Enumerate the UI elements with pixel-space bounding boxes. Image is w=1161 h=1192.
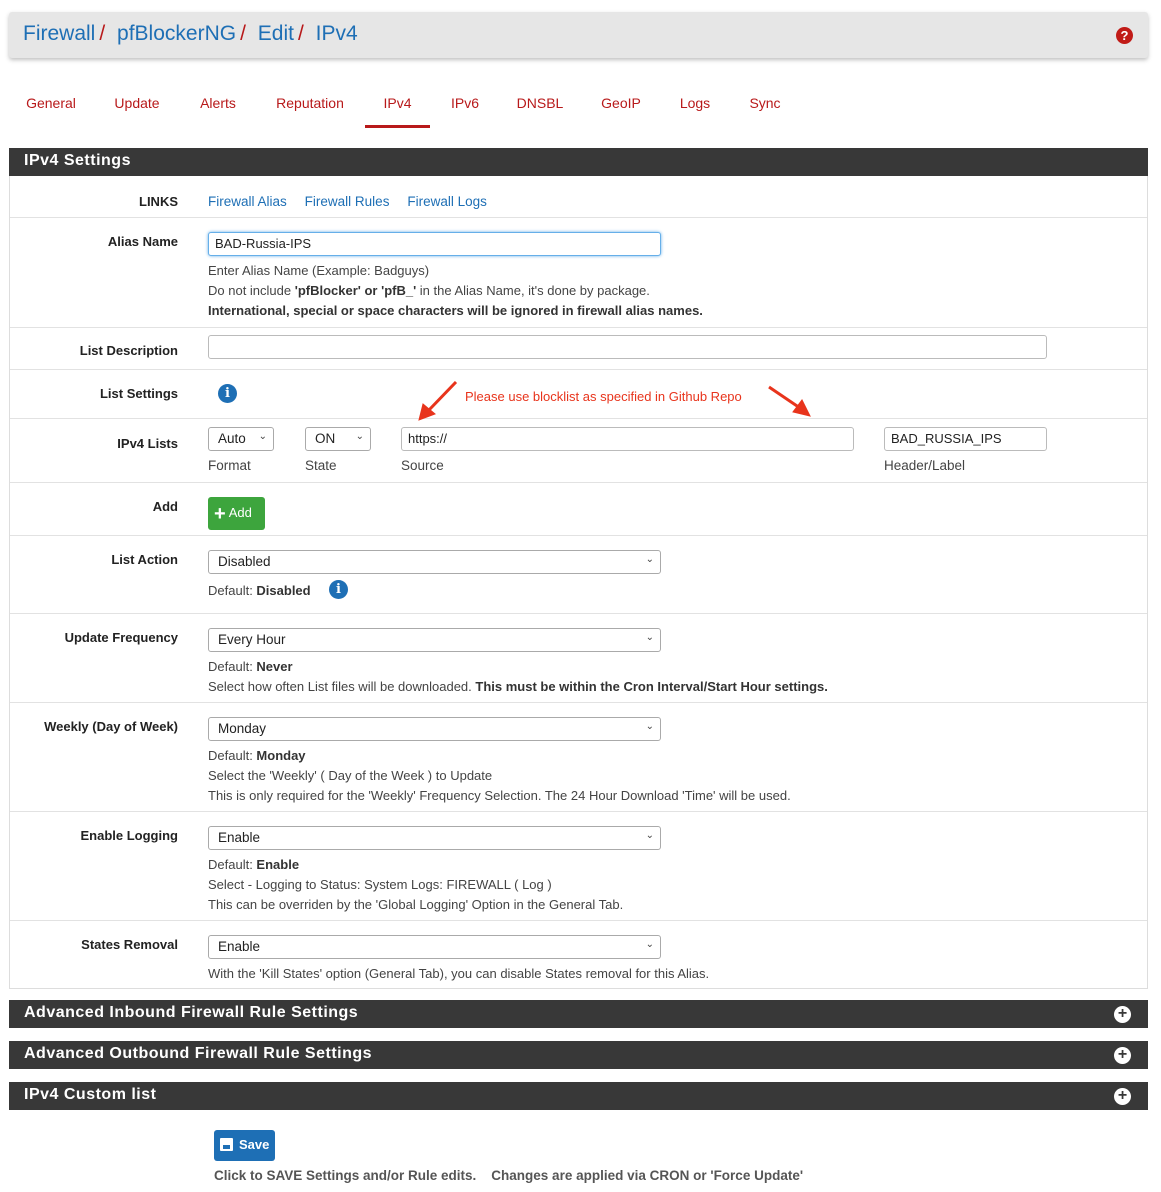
plus-circle-icon[interactable]: + [1114,1006,1131,1023]
alias-name-input[interactable]: BAD-Russia-IPS [208,232,661,256]
tab-reputation[interactable]: Reputation [266,86,354,128]
format-sublabel: Format [208,458,251,473]
chevron-down-icon: ⌄ [645,632,654,643]
breadcrumb: Firewall / pfBlockerNG / Edit / IPv4 [23,22,358,45]
chevron-down-icon: ⌄ [645,554,654,565]
update-frequency-default: Default: Never [208,659,293,674]
breadcrumb-bar: Firewall / pfBlockerNG / Edit / IPv4 ? [9,12,1148,58]
question-circle-icon[interactable]: ? [1116,27,1133,44]
list-description-label: List Description [79,343,178,358]
alias-name-help-2: Do not include 'pfBlocker' or 'pfB_' in … [208,283,650,298]
tab-alerts[interactable]: Alerts [189,86,247,128]
list-action-label: List Action [111,552,178,567]
tab-logs[interactable]: Logs [669,86,721,128]
alias-name-help-3: International, special or space characte… [208,303,703,318]
add-button[interactable]: + Add [208,497,265,530]
tab-ipv6[interactable]: IPv6 [441,86,489,128]
weekly-select[interactable]: Monday ⌄ [208,717,661,741]
alias-name-label: Alias Name [107,234,178,249]
source-sublabel: Source [401,458,444,473]
tab-dnsbl[interactable]: DNSBL [507,86,573,128]
states-removal-row: States Removal Enable ⌄ With the 'Kill St… [10,920,1147,988]
states-removal-select[interactable]: Enable ⌄ [208,935,661,959]
tab-general[interactable]: General [17,86,85,128]
list-action-row: List Action Disabled ⌄ Default: Disabled … [10,535,1147,613]
left-arrow-icon [427,380,458,412]
logging-label: Enable Logging [80,828,179,843]
firewall-logs-link[interactable]: Firewall Logs [407,194,487,209]
tab-update[interactable]: Update [104,86,170,128]
list-description-input[interactable] [208,335,1047,359]
update-frequency-select[interactable]: Every Hour ⌄ [208,628,661,652]
chevron-down-icon: ⌄ [645,939,654,950]
plus-icon: + [214,503,226,525]
logging-default: Default: Enable [208,857,300,872]
tab-ipv4[interactable]: IPv4 [365,86,430,128]
ipv4-settings-heading: IPv4 Settings [9,148,1148,176]
logging-select[interactable]: Enable ⌄ [208,826,661,850]
logging-row: Enable Logging Enable ⌄ Default: Enable S… [10,811,1147,920]
add-row: Add + Add [10,482,1147,535]
firewall-alias-link[interactable]: Firewall Alias [208,194,287,209]
breadcrumb-edit[interactable]: Edit [258,22,294,45]
ipv4-custom-list-heading[interactable]: IPv4 Custom list + [9,1082,1148,1110]
states-removal-label: States Removal [81,937,178,952]
state-sublabel: State [305,458,337,473]
breadcrumb-firewall[interactable]: Firewall [23,22,95,45]
list-description-row: List Description [10,327,1147,369]
add-label: Add [152,499,178,514]
advanced-inbound-heading[interactable]: Advanced Inbound Firewall Rule Settings … [9,1000,1148,1028]
tab-bar: General Update Alerts Reputation IPv4 IP… [9,86,1149,128]
breadcrumb-ipv4[interactable]: IPv4 [316,22,358,45]
list-action-select[interactable]: Disabled ⌄ [208,550,661,574]
update-frequency-label: Update Frequency [64,630,178,645]
plus-circle-icon[interactable]: + [1114,1047,1131,1064]
logging-help-1: Select - Logging to Status: System Logs:… [208,877,552,892]
weekly-help-2: This is only required for the 'Weekly' F… [208,788,791,803]
floppy-disk-icon [220,1138,233,1151]
states-removal-help: With the 'Kill States' option (General T… [208,966,710,981]
weekly-help-1: Select the 'Weekly' ( Day of the Week ) … [208,768,493,783]
chevron-down-icon: ⌄ [645,830,654,841]
tab-geoip[interactable]: GeoIP [592,86,650,128]
alias-name-row: Alias Name BAD-Russia-IPS Enter Alias Na… [10,217,1147,327]
weekly-row: Weekly (Day of Week) Monday ⌄ Default: Mo… [10,702,1147,811]
ipv4-settings-panel: LINKS Firewall Alias Firewall Rules Fire… [9,176,1148,989]
links-label: LINKS [139,194,178,209]
right-arrowhead-icon [792,399,811,417]
update-frequency-row: Update Frequency Every Hour ⌄ Default: Ne… [10,613,1147,702]
weekly-label: Weekly (Day of Week) [44,719,178,734]
header-sublabel: Header/Label [884,458,966,473]
info-icon[interactable]: i [329,580,348,599]
update-frequency-help: Select how often List files will be down… [208,679,828,694]
right-arrow-icon [768,385,801,410]
list-action-default: Default: Disabled [208,583,311,598]
tab-sync[interactable]: Sync [740,86,790,128]
save-note: Click to SAVE Settings and/or Rule edits… [214,1168,804,1183]
ipv4-lists-label: IPv4 Lists [117,436,178,451]
chevron-down-icon: ⌄ [645,721,654,732]
logging-help-2: This can be overriden by the 'Global Log… [208,897,624,912]
firewall-rules-link[interactable]: Firewall Rules [305,194,390,209]
annotation-arrows [418,380,811,421]
breadcrumb-pfblockerng[interactable]: pfBlockerNG [117,22,236,45]
weekly-default: Default: Monday [208,748,306,763]
links-row: LINKS Firewall Alias Firewall Rules Fire… [10,176,1147,217]
alias-name-help-1: Enter Alias Name (Example: Badguys) [208,263,430,278]
advanced-outbound-heading[interactable]: Advanced Outbound Firewall Rule Settings… [9,1041,1148,1069]
plus-circle-icon[interactable]: + [1114,1088,1131,1105]
save-button[interactable]: Save [214,1130,275,1161]
